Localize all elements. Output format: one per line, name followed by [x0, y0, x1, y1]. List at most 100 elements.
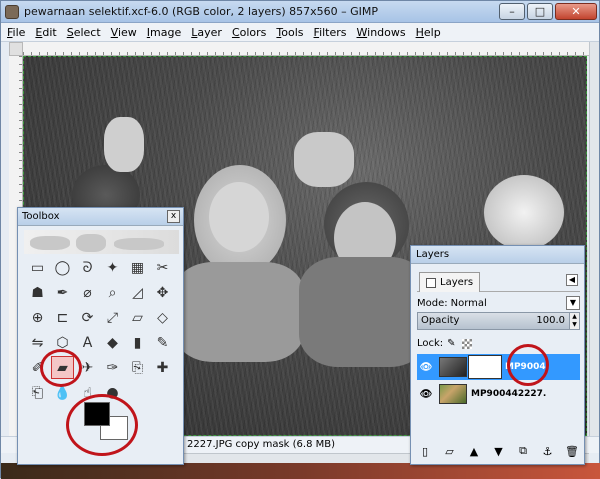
toolbox-dialog: Toolbox x ▭ ◯ ᘐ ✦ ▦ ✂ ☗ ✒ ⌀ ⌕ ◿ ✥ ⊕ ⊏ ⟳ ⤢ ▱ ◇ ⇋ ⬡ A ◆ ▮ ✎ ✐ ▰ ✈ ✑ ⎘ ✚… [17, 207, 184, 465]
flip-icon[interactable]: ⇋ [26, 331, 49, 354]
menu-help[interactable]: Help [416, 26, 441, 39]
layer-row-selected[interactable]: 👁 MP9004 [417, 354, 580, 380]
window-title: pewarnaan selektif.xcf-6.0 (RGB color, 2… [24, 5, 379, 18]
layers-title-bar[interactable]: Layers [411, 246, 584, 264]
gimp-app-icon [5, 4, 19, 19]
layers-title: Layers [416, 249, 450, 260]
menu-tools[interactable]: Tools [276, 26, 303, 39]
photo-child-right-hair [484, 175, 564, 250]
perspective-clone-icon[interactable]: ⎗ [26, 381, 49, 404]
rotate-icon[interactable]: ⟳ [76, 306, 99, 329]
shear-icon[interactable]: ▱ [126, 306, 149, 329]
delete-layer-icon[interactable]: 🗑 [564, 445, 580, 458]
layer-thumbnail [439, 357, 467, 377]
clone-icon[interactable]: ⎘ [126, 356, 149, 379]
desktop-background [1, 463, 600, 479]
mode-value[interactable]: Normal [451, 298, 487, 309]
close-button[interactable]: ✕ [555, 3, 597, 20]
fuzzy-select-icon[interactable]: ✦ [101, 256, 124, 279]
banner-shape [30, 236, 70, 250]
menu-image[interactable]: Image [147, 26, 181, 39]
menu-filters[interactable]: Filters [314, 26, 347, 39]
scissors-icon[interactable]: ✂ [151, 256, 174, 279]
scale-icon[interactable]: ⤢ [101, 306, 124, 329]
zoom-icon[interactable]: ⌕ [101, 281, 124, 304]
pencil-icon[interactable]: ✎ [151, 331, 174, 354]
layer-thumbnail [439, 384, 467, 404]
menu-bar: File Edit Select View Image Layer Colors… [1, 23, 599, 42]
layer-row[interactable]: 👁 MP900442227. [417, 381, 580, 407]
tab-layers[interactable]: Layers [419, 272, 481, 292]
toolbox-title: Toolbox [22, 211, 60, 222]
mode-label: Mode: [417, 297, 448, 309]
photo-feet-right [294, 132, 354, 187]
photo-shirt-left [174, 262, 304, 362]
menu-windows[interactable]: Windows [357, 26, 406, 39]
eye-icon[interactable]: 👁 [417, 362, 435, 373]
menu-edit[interactable]: Edit [35, 26, 56, 39]
duplicate-layer-icon[interactable]: ⧉ [515, 444, 531, 458]
lock-label: Lock: [417, 338, 444, 349]
lasso-icon[interactable]: ᘐ [76, 256, 99, 279]
menu-view[interactable]: View [111, 26, 137, 39]
foreground-select-icon[interactable]: ☗ [26, 281, 49, 304]
vertical-scrollbar[interactable] [589, 42, 599, 436]
ellipse-select-icon[interactable]: ◯ [51, 256, 74, 279]
eye-icon[interactable]: 👁 [417, 389, 435, 400]
mode-row: Mode: Normal ▼ [417, 296, 580, 310]
opacity-spinner[interactable]: ▲ ▼ [569, 313, 579, 329]
paths-icon[interactable]: ✒ [51, 281, 74, 304]
minimize-button[interactable]: – [499, 3, 525, 20]
raise-layer-icon[interactable]: ▲ [466, 445, 482, 458]
crop-icon[interactable]: ⊏ [51, 306, 74, 329]
horizontal-ruler[interactable] [23, 42, 589, 56]
highlight-ring-mask [507, 344, 549, 386]
layers-button-bar: ▯ ▱ ▲ ▼ ⧉ ⚓ 🗑 [417, 442, 580, 460]
opacity-value: 100.0 [536, 315, 565, 326]
color-picker-icon[interactable]: ⌀ [76, 281, 99, 304]
opacity-slider[interactable]: Opacity 100.0 ▲ ▼ [417, 312, 580, 330]
mode-dropdown-icon[interactable]: ▼ [566, 296, 580, 310]
lock-pixels-icon[interactable]: ✎ [447, 338, 455, 349]
anchor-layer-icon[interactable]: ⚓ [540, 445, 556, 458]
wilber-banner[interactable] [24, 230, 179, 254]
maximize-button[interactable]: □ [527, 3, 553, 20]
rect-select-icon[interactable]: ▭ [26, 256, 49, 279]
layer-mask-thumbnail[interactable] [468, 355, 502, 379]
layers-tab-row: Layers ◀ [417, 270, 580, 292]
lock-alpha-icon[interactable] [461, 338, 472, 349]
banner-shape [114, 238, 164, 250]
opacity-label: Opacity [421, 315, 460, 326]
photo-feet-left [104, 117, 144, 172]
ink-icon[interactable]: ✑ [101, 356, 124, 379]
text-icon[interactable]: A [76, 331, 99, 354]
toolbox-close-button[interactable]: x [167, 210, 180, 223]
layers-dialog: Layers Layers ◀ Mode: Normal ▼ Opacity 1… [410, 245, 585, 465]
blend-icon[interactable]: ▮ [126, 331, 149, 354]
ruler-corner-button[interactable] [9, 42, 23, 56]
menu-file[interactable]: File [7, 26, 25, 39]
toolbox-title-bar[interactable]: Toolbox x [18, 208, 183, 226]
menu-layer[interactable]: Layer [191, 26, 222, 39]
measure-icon[interactable]: ◿ [126, 281, 149, 304]
move-icon[interactable]: ✥ [151, 281, 174, 304]
tab-menu-icon[interactable]: ◀ [566, 274, 578, 286]
layers-tab-icon [426, 277, 436, 288]
photo-child-left-face [209, 182, 269, 252]
tab-layers-label: Layers [440, 276, 474, 288]
menu-colors[interactable]: Colors [232, 26, 266, 39]
lower-layer-icon[interactable]: ▼ [491, 445, 507, 458]
heal-icon[interactable]: ✚ [151, 356, 174, 379]
highlight-ring-eraser [40, 349, 82, 387]
highlight-ring-colors [66, 394, 138, 456]
perspective-icon[interactable]: ◇ [151, 306, 174, 329]
bucket-fill-icon[interactable]: ◆ [101, 331, 124, 354]
menu-select[interactable]: Select [67, 26, 101, 39]
title-bar[interactable]: pewarnaan selektif.xcf-6.0 (RGB color, 2… [1, 1, 599, 23]
new-layer-icon[interactable]: ▯ [417, 445, 433, 458]
banner-shape [76, 234, 106, 252]
align-icon[interactable]: ⊕ [26, 306, 49, 329]
color-select-icon[interactable]: ▦ [126, 256, 149, 279]
new-group-icon[interactable]: ▱ [442, 445, 458, 458]
layer-name[interactable]: MP900442227. [471, 389, 546, 399]
